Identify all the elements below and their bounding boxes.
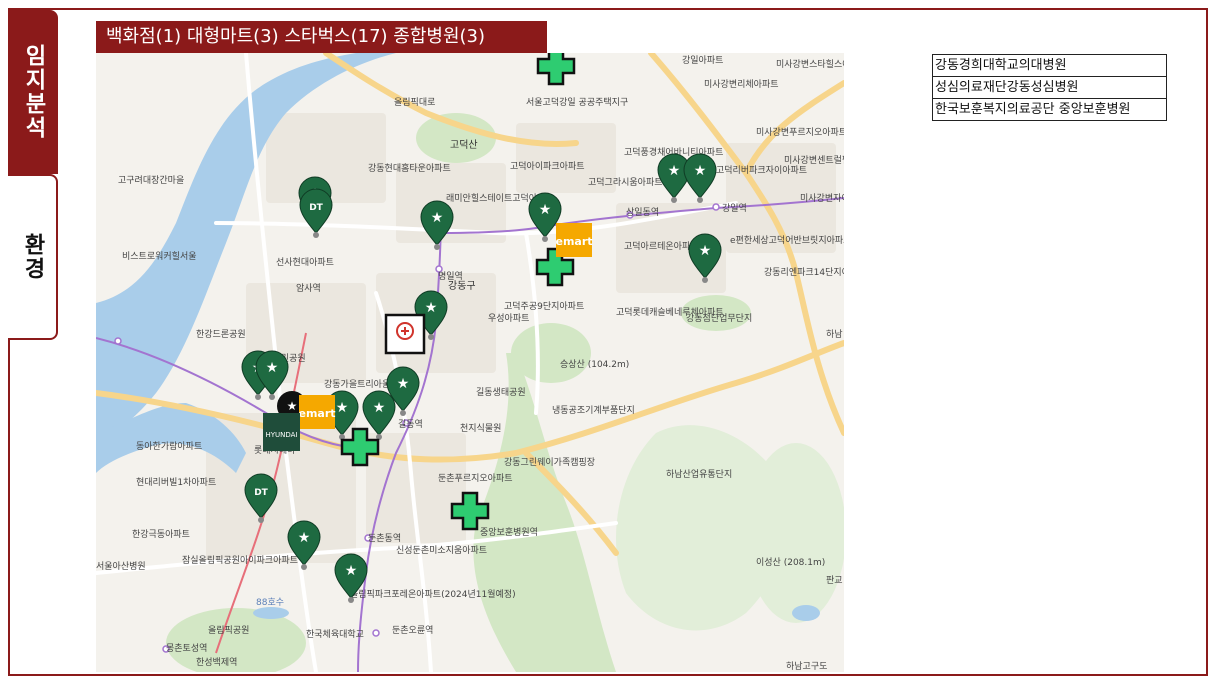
map-label: 강동리엔파크14단지아파트 [764,267,844,278]
map-label: 길동생태공원 [476,387,526,398]
hospital-item: 한국보훈복지의료공단 중앙보훈병원 [932,98,1167,121]
map-label: 천지식물원 [460,423,501,434]
map-label: 둔촌오륜역 [392,625,433,636]
svg-text:DT: DT [254,488,268,498]
map-label: 고덕주공9단지아파트 [504,301,584,312]
map-label: 판교 [826,575,843,586]
svg-text:HYUNDAI: HYUNDAI [265,431,297,439]
map-label: 강동첨단업무단지 [686,313,752,324]
map-title: 백화점(1) 대형마트(3) 스타벅스(17) 종합병원(3) [96,21,547,53]
map-label: 승상산 (104.2m) [560,359,629,370]
tab-site-analysis[interactable]: 임지분석 [8,10,58,174]
map-label: 미사강변푸르지오아파트 [756,127,844,138]
map-label: 현대리버빌1차아파트 [136,476,216,488]
map-label: 올림픽대로 [394,96,435,108]
map-label: e편한세상고덕어반브릿지아파트 [730,234,844,246]
svg-text:emart: emart [298,407,335,420]
hospital-item: 성심의료재단강동성심병원 [932,76,1167,99]
hospital-item: 강동경희대학교의대병원 [932,54,1167,77]
map-label: 둔촌푸르지오아파트 [438,473,513,484]
map-label: 상일동역 [626,207,659,218]
map-label: 한강극동아파트 [132,529,190,540]
map-label: 중앙보훈병원역 [480,526,538,538]
map-label: 미사강변스타힐스아파트 [776,58,844,70]
svg-text:★: ★ [699,243,712,259]
map-label: 우성아파트 [488,313,529,324]
map-label: 하남 [826,329,843,340]
map-label: 서울아산병원 [96,561,146,572]
map-label: 하남산업유통단지 [666,469,732,480]
svg-text:DT: DT [309,203,323,213]
map-label: 강일아파트 [682,55,723,66]
svg-text:★: ★ [694,163,707,179]
map-label: 고덕리버파크자이아파트 [716,165,807,176]
map-label: 올림픽파크포레온아파트(2024년11월예정) [350,588,516,600]
svg-text:★: ★ [539,202,552,218]
map-label: 둔촌동역 [368,533,401,544]
map-label: 고덕산 [450,139,478,151]
emart-icon[interactable]: emart [298,395,336,429]
map-label: 고덕아르테온아파트 [624,241,699,252]
map-view[interactable]: 강일아파트 미사강변스타힐스아파트 미사강변리체아파트 미사강변푸르지오아파트 … [96,53,844,672]
svg-text:★: ★ [425,300,438,316]
map-label: 88호수 [256,597,284,608]
map-label: 미사강변자이아파트 [800,193,844,204]
map-label: 강동그린웨이가족캠핑장 [504,456,595,468]
map-label: 선사현대아파트 [276,257,334,268]
map-label: 냉동공조기계부품단지 [552,404,635,416]
svg-text:★: ★ [373,400,386,416]
map-label: 올림픽공원 [208,624,249,636]
emart-icon[interactable]: emart [555,223,593,257]
svg-text:★: ★ [397,376,410,392]
hospital-list: 강동경희대학교의대병원 성심의료재단강동성심병원 한국보훈복지의료공단 중앙보훈… [932,54,1167,121]
map-label: 잠실올림픽공원아이파크아파트 [182,554,298,566]
map-label: 하남고구도 [786,661,827,672]
map-label: 강일역 [722,203,747,214]
map-label: 한국체육대학교 [306,629,364,640]
svg-text:emart: emart [555,235,592,248]
tab-environment[interactable]: 환경 [8,174,58,340]
homeplus-icon[interactable] [384,313,426,355]
map-label: 고덕그라시움아파트 [588,177,663,188]
svg-text:★: ★ [668,163,681,179]
map-label: 미사강변리체아파트 [704,79,779,90]
hyundai-icon[interactable]: HYUNDAI [263,413,300,451]
map-label: 동아한가람아파트 [136,440,202,452]
map-label: 암사역 [296,282,321,294]
svg-text:★: ★ [336,400,349,416]
map-label: 고구려대장간마을 [118,175,184,186]
map-label: 이성산 (208.1m) [756,557,825,568]
map-label: 길동역 [398,419,423,430]
map-label: 비스트로워커힐서울 [122,250,197,262]
svg-text:★: ★ [298,530,311,546]
map-label: 고덕아이파크아파트 [510,161,585,172]
svg-text:★: ★ [287,399,298,413]
map-label: 강동구 [448,280,476,292]
map-label: 강동현대홈타운아파트 [368,162,451,174]
map-label: 한성백제역 [196,657,237,668]
map-label: 한강드론공원 [196,329,246,340]
map-label: 몽촌토성역 [166,643,207,654]
map-label: 미사강변센트럴팰리스아파트 [784,154,844,166]
svg-text:★: ★ [431,210,444,226]
svg-text:★: ★ [345,563,358,579]
svg-text:★: ★ [266,360,279,376]
map-label: 서울고덕강일 공공주택지구 [526,97,628,108]
map-label: 신성둔촌미소지움아파트 [396,545,487,556]
